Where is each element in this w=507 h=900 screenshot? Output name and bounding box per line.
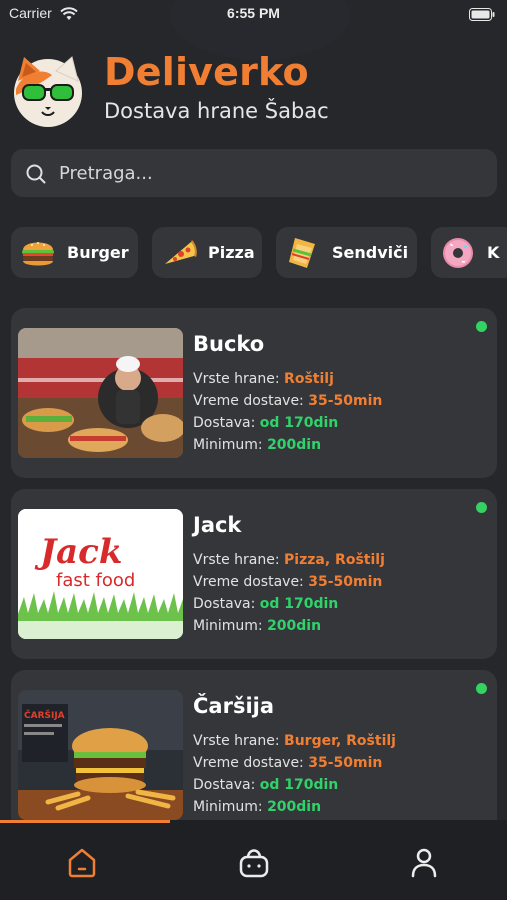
- category-desserts[interactable]: K: [431, 227, 507, 278]
- profile-tab[interactable]: [406, 844, 442, 880]
- online-status-dot: [476, 502, 487, 513]
- category-label: Sendviči: [332, 243, 409, 262]
- food-type-row: Vrste hrane: Pizza, Roštilj: [193, 552, 385, 568]
- battery-icon: [469, 6, 495, 25]
- restaurant-name: Čaršija: [193, 694, 275, 718]
- restaurant-name: Jack: [193, 513, 242, 537]
- food-type-label: Vrste hrane:: [193, 371, 280, 387]
- minimum-order-value: 200din: [267, 618, 322, 634]
- delivery-time-value: 35-50min: [308, 393, 383, 409]
- category-label: K: [487, 243, 500, 262]
- food-type-value: Burger, Roštilj: [284, 733, 396, 749]
- delivery-time-row: Vreme dostave: 35-50min: [193, 755, 382, 771]
- donut-icon: [440, 236, 476, 270]
- category-burger[interactable]: Burger: [11, 227, 138, 278]
- category-label: Burger: [67, 243, 129, 262]
- status-bar: Carrier 6:55 PM: [0, 0, 507, 28]
- search-bar[interactable]: [11, 149, 497, 197]
- minimum-order-label: Minimum:: [193, 618, 263, 634]
- delivery-fee-value: od 170din: [259, 415, 339, 431]
- profile-icon: [406, 848, 442, 884]
- restaurant-card-jack[interactable]: Jack fast food Jack Vrste hrane: Pizza, …: [11, 489, 497, 659]
- app-logo: [12, 55, 84, 127]
- category-sandwich[interactable]: Sendviči: [276, 227, 417, 278]
- basket-tab[interactable]: [236, 844, 272, 880]
- delivery-time-row: Vreme dostave: 35-50min: [193, 574, 382, 590]
- minimum-order-label: Minimum:: [193, 437, 263, 453]
- restaurant-image: ČARŠIJA: [18, 690, 183, 820]
- minimum-order-label: Minimum:: [193, 799, 263, 815]
- delivery-fee-label: Dostava:: [193, 777, 256, 793]
- delivery-time-row: Vreme dostave: 35-50min: [193, 393, 382, 409]
- delivery-time-value: 35-50min: [308, 755, 383, 771]
- restaurant-card-bucko[interactable]: Bucko Vrste hrane: Roštilj Vreme dostave…: [11, 308, 497, 478]
- category-list[interactable]: Burger Pizza Sendviči K: [0, 227, 507, 279]
- restaurant-name: Bucko: [193, 332, 265, 356]
- food-type-row: Vrste hrane: Burger, Roštilj: [193, 733, 396, 749]
- burger-icon: [20, 236, 56, 270]
- delivery-fee-label: Dostava:: [193, 596, 256, 612]
- minimum-order-value: 200din: [267, 799, 322, 815]
- category-label: Pizza: [208, 243, 255, 262]
- clock: 6:55 PM: [227, 5, 280, 21]
- minimum-order-value: 200din: [267, 437, 322, 453]
- online-status-dot: [476, 683, 487, 694]
- minimum-order-row: Minimum: 200din: [193, 437, 321, 453]
- home-tab[interactable]: [64, 844, 100, 880]
- carsija-sign-text: ČARŠIJA: [24, 709, 65, 721]
- food-type-row: Vrste hrane: Roštilj: [193, 371, 334, 387]
- search-icon: [25, 163, 47, 189]
- food-type-label: Vrste hrane:: [193, 733, 280, 749]
- delivery-fee-value: od 170din: [259, 596, 339, 612]
- delivery-time-value: 35-50min: [308, 574, 383, 590]
- fast-food-logo-text: fast food: [56, 570, 135, 591]
- delivery-fee-value: od 170din: [259, 777, 339, 793]
- category-pizza[interactable]: Pizza: [152, 227, 262, 278]
- food-type-value: Pizza, Roštilj: [284, 552, 385, 568]
- minimum-order-row: Minimum: 200din: [193, 618, 321, 634]
- food-type-value: Roštilj: [284, 371, 334, 387]
- basket-icon: [236, 849, 272, 884]
- app-subtitle: Dostava hrane Šabac: [104, 99, 329, 123]
- restaurant-card-carsija[interactable]: ČARŠIJA Čaršija Vrste hrane: Burger, Roš…: [11, 670, 497, 840]
- food-type-label: Vrste hrane:: [193, 552, 280, 568]
- active-tab-indicator: [0, 820, 170, 823]
- delivery-time-label: Vreme dostave:: [193, 574, 304, 590]
- pizza-icon: [161, 236, 197, 270]
- restaurant-image: Jack fast food: [18, 509, 183, 639]
- sandwich-icon: [285, 236, 321, 270]
- app-title: Deliverko: [104, 50, 309, 94]
- delivery-fee-row: Dostava: od 170din: [193, 777, 338, 793]
- delivery-fee-label: Dostava:: [193, 415, 256, 431]
- delivery-fee-row: Dostava: od 170din: [193, 415, 338, 431]
- jack-logo-text: Jack: [34, 532, 122, 572]
- delivery-time-label: Vreme dostave:: [193, 393, 304, 409]
- home-icon: [64, 848, 100, 884]
- bottom-tab-bar: [0, 820, 507, 900]
- restaurant-image: [18, 328, 183, 458]
- delivery-fee-row: Dostava: od 170din: [193, 596, 338, 612]
- search-input[interactable]: [59, 161, 479, 185]
- online-status-dot: [476, 321, 487, 332]
- delivery-time-label: Vreme dostave:: [193, 755, 304, 771]
- minimum-order-row: Minimum: 200din: [193, 799, 321, 815]
